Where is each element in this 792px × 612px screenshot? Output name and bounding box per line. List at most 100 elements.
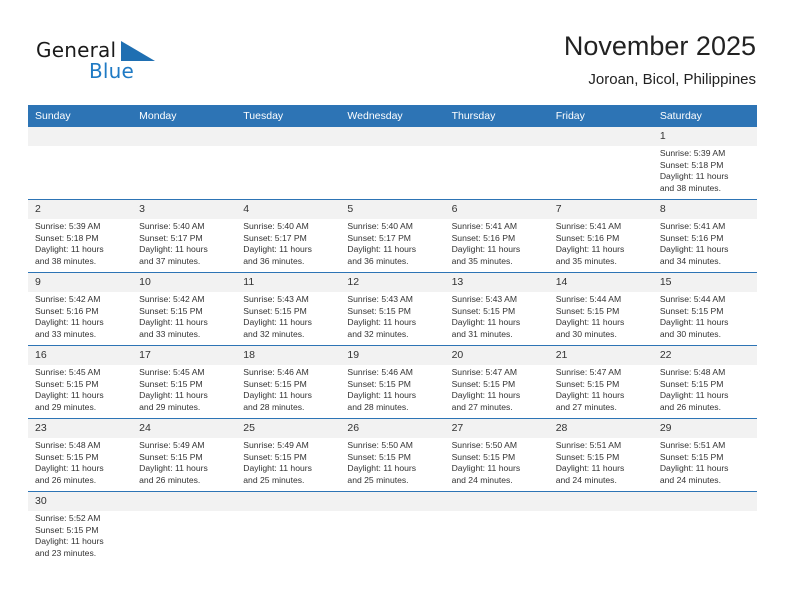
daylight-text-line2: and 28 minutes. [347, 401, 409, 412]
daylight-text-line1: Daylight: 11 hours [555, 390, 625, 401]
day-details: Sunrise: 5:40 AM Sunset: 5:17 PM Daylight:… [340, 219, 444, 267]
sunrise-sunset-calendar: Sunday Monday Tuesday Wednesday Thursday… [28, 105, 757, 564]
day-cell[interactable]: 14 Sunrise: 5:44 AM Sunset: 5:15 PM Dayligh… [548, 272, 653, 346]
day-number [652, 492, 757, 511]
day-cell[interactable] [340, 491, 445, 564]
day-cell[interactable]: 25 Sunrise: 5:49 AM Sunset: 5:15 PM Dayligh… [236, 418, 341, 492]
day-cell[interactable]: 2 Sunrise: 5:39 AM Sunset: 5:18 PM Daylight… [28, 199, 133, 273]
day-cell[interactable]: 17 Sunrise: 5:45 AM Sunset: 5:15 PM Dayligh… [132, 345, 237, 419]
day-cell[interactable]: 8 Sunrise: 5:41 AM Sunset: 5:16 PM Daylight… [652, 199, 757, 273]
sunrise-text: Sunrise: 5:40 AM [243, 221, 309, 231]
day-number [132, 127, 237, 146]
brand-logo[interactable]: General Blue [36, 38, 196, 86]
weekday-header-friday: Friday [548, 105, 653, 127]
sunset-text: Sunset: 5:15 PM [243, 378, 307, 389]
day-cell[interactable]: 22 Sunrise: 5:48 AM Sunset: 5:15 PM Dayligh… [652, 345, 757, 419]
day-number: 30 [28, 492, 133, 511]
day-cell[interactable] [28, 127, 133, 200]
sunrise-text: Sunrise: 5:40 AM [139, 221, 205, 231]
day-cell[interactable]: 11 Sunrise: 5:43 AM Sunset: 5:15 PM Dayligh… [236, 272, 341, 346]
daylight-text-line2: and 37 minutes. [139, 255, 201, 266]
day-number [236, 127, 341, 146]
day-cell[interactable]: 6 Sunrise: 5:41 AM Sunset: 5:16 PM Daylight… [444, 199, 549, 273]
day-cell[interactable] [444, 127, 549, 200]
day-cell[interactable]: 19 Sunrise: 5:46 AM Sunset: 5:15 PM Dayligh… [340, 345, 445, 419]
week-row: 23 Sunrise: 5:48 AM Sunset: 5:15 PM Dayligh… [28, 418, 757, 492]
sunset-text: Sunset: 5:18 PM [659, 159, 724, 170]
day-cell[interactable] [236, 127, 341, 200]
day-cell[interactable] [444, 491, 549, 564]
day-cell[interactable]: 30 Sunrise: 5:52 AM Sunset: 5:15 PM Dayligh… [28, 491, 133, 564]
sunset-text: Sunset: 5:15 PM [555, 451, 620, 462]
week-row: 9 Sunrise: 5:42 AM Sunset: 5:16 PM Daylight… [28, 272, 757, 346]
brand-name-blue: Blue [89, 59, 135, 83]
day-cell[interactable]: 3 Sunrise: 5:40 AM Sunset: 5:17 PM Daylight… [132, 199, 237, 273]
sunset-text: Sunset: 5:15 PM [139, 451, 203, 462]
sunrise-text: Sunrise: 5:39 AM [659, 148, 726, 158]
weekday-header-thursday: Thursday [444, 105, 549, 127]
day-cell[interactable]: 24 Sunrise: 5:49 AM Sunset: 5:15 PM Dayligh… [132, 418, 237, 492]
day-cell[interactable] [132, 127, 237, 200]
sunset-text: Sunset: 5:15 PM [35, 524, 99, 535]
day-cell[interactable]: 16 Sunrise: 5:45 AM Sunset: 5:15 PM Dayligh… [28, 345, 133, 419]
daylight-text-line1: Daylight: 11 hours [451, 390, 521, 401]
day-cell[interactable]: 13 Sunrise: 5:43 AM Sunset: 5:15 PM Dayligh… [444, 272, 549, 346]
weekday-header-tuesday: Tuesday [236, 105, 341, 127]
day-cell[interactable]: 15 Sunrise: 5:44 AM Sunset: 5:15 PM Dayligh… [652, 272, 757, 346]
sunset-text: Sunset: 5:15 PM [243, 305, 307, 316]
day-cell[interactable] [340, 127, 445, 200]
daylight-text-line2: and 38 minutes. [659, 182, 721, 193]
day-number: 14 [548, 273, 653, 292]
sunrise-text: Sunrise: 5:47 AM [451, 367, 518, 377]
day-cell[interactable]: 12 Sunrise: 5:43 AM Sunset: 5:15 PM Dayligh… [340, 272, 445, 346]
weekday-header-wednesday: Wednesday [340, 105, 445, 127]
day-cell[interactable] [652, 491, 757, 564]
day-cell[interactable]: 4 Sunrise: 5:40 AM Sunset: 5:17 PM Daylight… [236, 199, 341, 273]
day-cell[interactable]: 9 Sunrise: 5:42 AM Sunset: 5:16 PM Daylight… [28, 272, 133, 346]
daylight-text-line1: Daylight: 11 hours [35, 536, 104, 547]
day-number: 17 [132, 346, 237, 365]
day-cell[interactable]: 29 Sunrise: 5:51 AM Sunset: 5:15 PM Dayligh… [652, 418, 757, 492]
day-number: 5 [340, 200, 445, 219]
page-header: General Blue November 2025 Joroan, Bicol… [0, 0, 792, 100]
day-cell[interactable]: 5 Sunrise: 5:40 AM Sunset: 5:17 PM Daylight… [340, 199, 445, 273]
sunrise-text: Sunrise: 5:51 AM [659, 440, 726, 450]
daylight-text-line2: and 29 minutes. [139, 401, 201, 412]
page-subtitle: Joroan, Bicol, Philippines [588, 71, 756, 88]
day-number [444, 492, 549, 511]
day-details: Sunrise: 5:41 AM Sunset: 5:16 PM Daylight:… [549, 219, 653, 267]
daylight-text-line1: Daylight: 11 hours [35, 317, 104, 328]
day-number: 24 [132, 419, 237, 438]
day-cell[interactable]: 21 Sunrise: 5:47 AM Sunset: 5:15 PM Dayligh… [548, 345, 653, 419]
day-cell[interactable]: 20 Sunrise: 5:47 AM Sunset: 5:15 PM Dayligh… [444, 345, 549, 419]
day-cell[interactable]: 23 Sunrise: 5:48 AM Sunset: 5:15 PM Dayligh… [28, 418, 133, 492]
day-number: 15 [652, 273, 757, 292]
day-cell[interactable]: 27 Sunrise: 5:50 AM Sunset: 5:15 PM Dayligh… [444, 418, 549, 492]
week-row: 30 Sunrise: 5:52 AM Sunset: 5:15 PM Dayligh… [28, 491, 757, 564]
day-cell[interactable] [236, 491, 341, 564]
daylight-text-line1: Daylight: 11 hours [451, 463, 521, 474]
daylight-text-line2: and 38 minutes. [35, 255, 97, 266]
daylight-text-line1: Daylight: 11 hours [35, 463, 104, 474]
day-cell[interactable]: 7 Sunrise: 5:41 AM Sunset: 5:16 PM Daylight… [548, 199, 653, 273]
day-number: 25 [236, 419, 341, 438]
day-cell[interactable]: 26 Sunrise: 5:50 AM Sunset: 5:15 PM Dayligh… [340, 418, 445, 492]
day-cell[interactable] [548, 127, 653, 200]
day-details: Sunrise: 5:51 AM Sunset: 5:15 PM Daylight:… [653, 438, 757, 486]
day-cell[interactable]: 10 Sunrise: 5:42 AM Sunset: 5:15 PM Dayligh… [132, 272, 237, 346]
day-details: Sunrise: 5:49 AM Sunset: 5:15 PM Daylight:… [132, 438, 236, 486]
sunrise-text: Sunrise: 5:43 AM [243, 294, 309, 304]
day-number: 27 [444, 419, 549, 438]
day-cell[interactable]: 1 Sunrise: 5:39 AM Sunset: 5:18 PM Daylight… [652, 127, 757, 200]
calendar-header-row: Sunday Monday Tuesday Wednesday Thursday… [28, 105, 757, 127]
daylight-text-line1: Daylight: 11 hours [659, 171, 729, 182]
day-cell[interactable]: 28 Sunrise: 5:51 AM Sunset: 5:15 PM Dayligh… [548, 418, 653, 492]
day-details: Sunrise: 5:40 AM Sunset: 5:17 PM Daylight:… [236, 219, 340, 267]
day-cell[interactable] [132, 491, 237, 564]
day-number [132, 492, 237, 511]
day-details: Sunrise: 5:51 AM Sunset: 5:15 PM Daylight:… [549, 438, 653, 486]
sunset-text: Sunset: 5:15 PM [451, 451, 516, 462]
day-cell[interactable]: 18 Sunrise: 5:46 AM Sunset: 5:15 PM Dayligh… [236, 345, 341, 419]
day-cell[interactable] [548, 491, 653, 564]
daylight-text-line2: and 24 minutes. [555, 474, 617, 485]
